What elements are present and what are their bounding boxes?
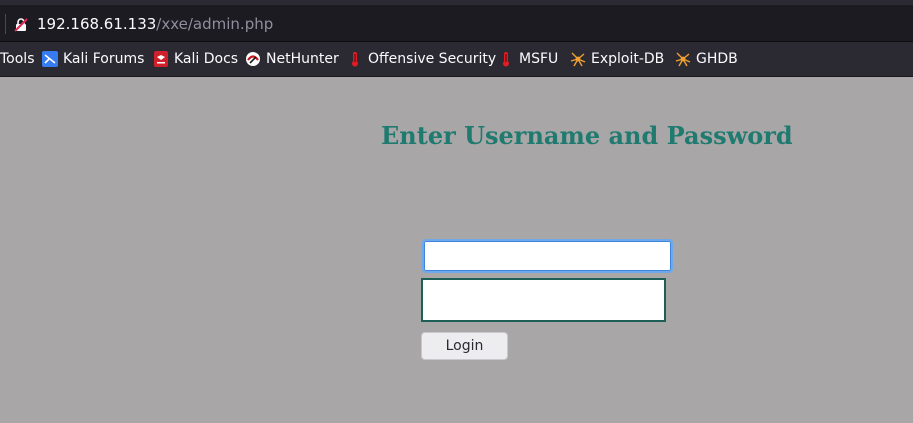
- url-path: /xxe/admin.php: [156, 15, 274, 33]
- url-text[interactable]: 192.168.61.133/xxe/admin.php: [37, 14, 273, 34]
- nethunter-icon: [245, 51, 261, 67]
- bookmark-tools[interactable]: Tools: [0, 50, 35, 68]
- kali-forums-icon: [42, 51, 58, 67]
- url-host: 192.168.61.133: [37, 15, 157, 33]
- bookmark-msfu[interactable]: MSFU: [498, 50, 558, 68]
- page-content: Enter Username and Password Login: [0, 77, 913, 423]
- page-heading: Enter Username and Password: [381, 121, 793, 150]
- kali-docs-icon: [153, 51, 169, 67]
- bookmark-label: Offensive Security: [368, 51, 497, 67]
- exploit-db-icon: [570, 51, 586, 67]
- bookmark-kali-forums[interactable]: Kali Forums: [42, 50, 144, 68]
- bookmark-label: Exploit-DB: [591, 51, 665, 67]
- bookmark-label: MSFU: [519, 51, 559, 67]
- bookmark-label: Kali Forums: [63, 51, 145, 67]
- bookmark-label: Kali Docs: [174, 51, 239, 67]
- bookmark-label: NetHunter: [266, 51, 339, 67]
- url-bar[interactable]: 192.168.61.133/xxe/admin.php: [0, 5, 913, 42]
- offsec-icon: [347, 51, 363, 67]
- bookmark-kali-docs[interactable]: Kali Docs: [153, 50, 238, 68]
- ghdb-icon: [675, 51, 691, 67]
- url-bar-separator: [5, 14, 6, 34]
- msfu-icon: [498, 51, 514, 67]
- bookmark-nethunter[interactable]: NetHunter: [245, 50, 339, 68]
- bookmark-label: GHDB: [696, 51, 738, 67]
- bookmark-label: Tools: [0, 51, 35, 67]
- bookmark-exploit-db[interactable]: Exploit-DB: [570, 50, 664, 68]
- username-field[interactable]: [422, 239, 673, 273]
- bookmarks-toolbar: Tools Kali Forums Kali Docs NetHunter Of…: [0, 42, 913, 77]
- bookmark-ghdb[interactable]: GHDB: [675, 50, 738, 68]
- bookmark-offensive-security[interactable]: Offensive Security: [347, 50, 496, 68]
- insecure-lock-icon[interactable]: [14, 17, 28, 32]
- login-button[interactable]: Login: [421, 332, 508, 360]
- password-field[interactable]: [421, 278, 666, 322]
